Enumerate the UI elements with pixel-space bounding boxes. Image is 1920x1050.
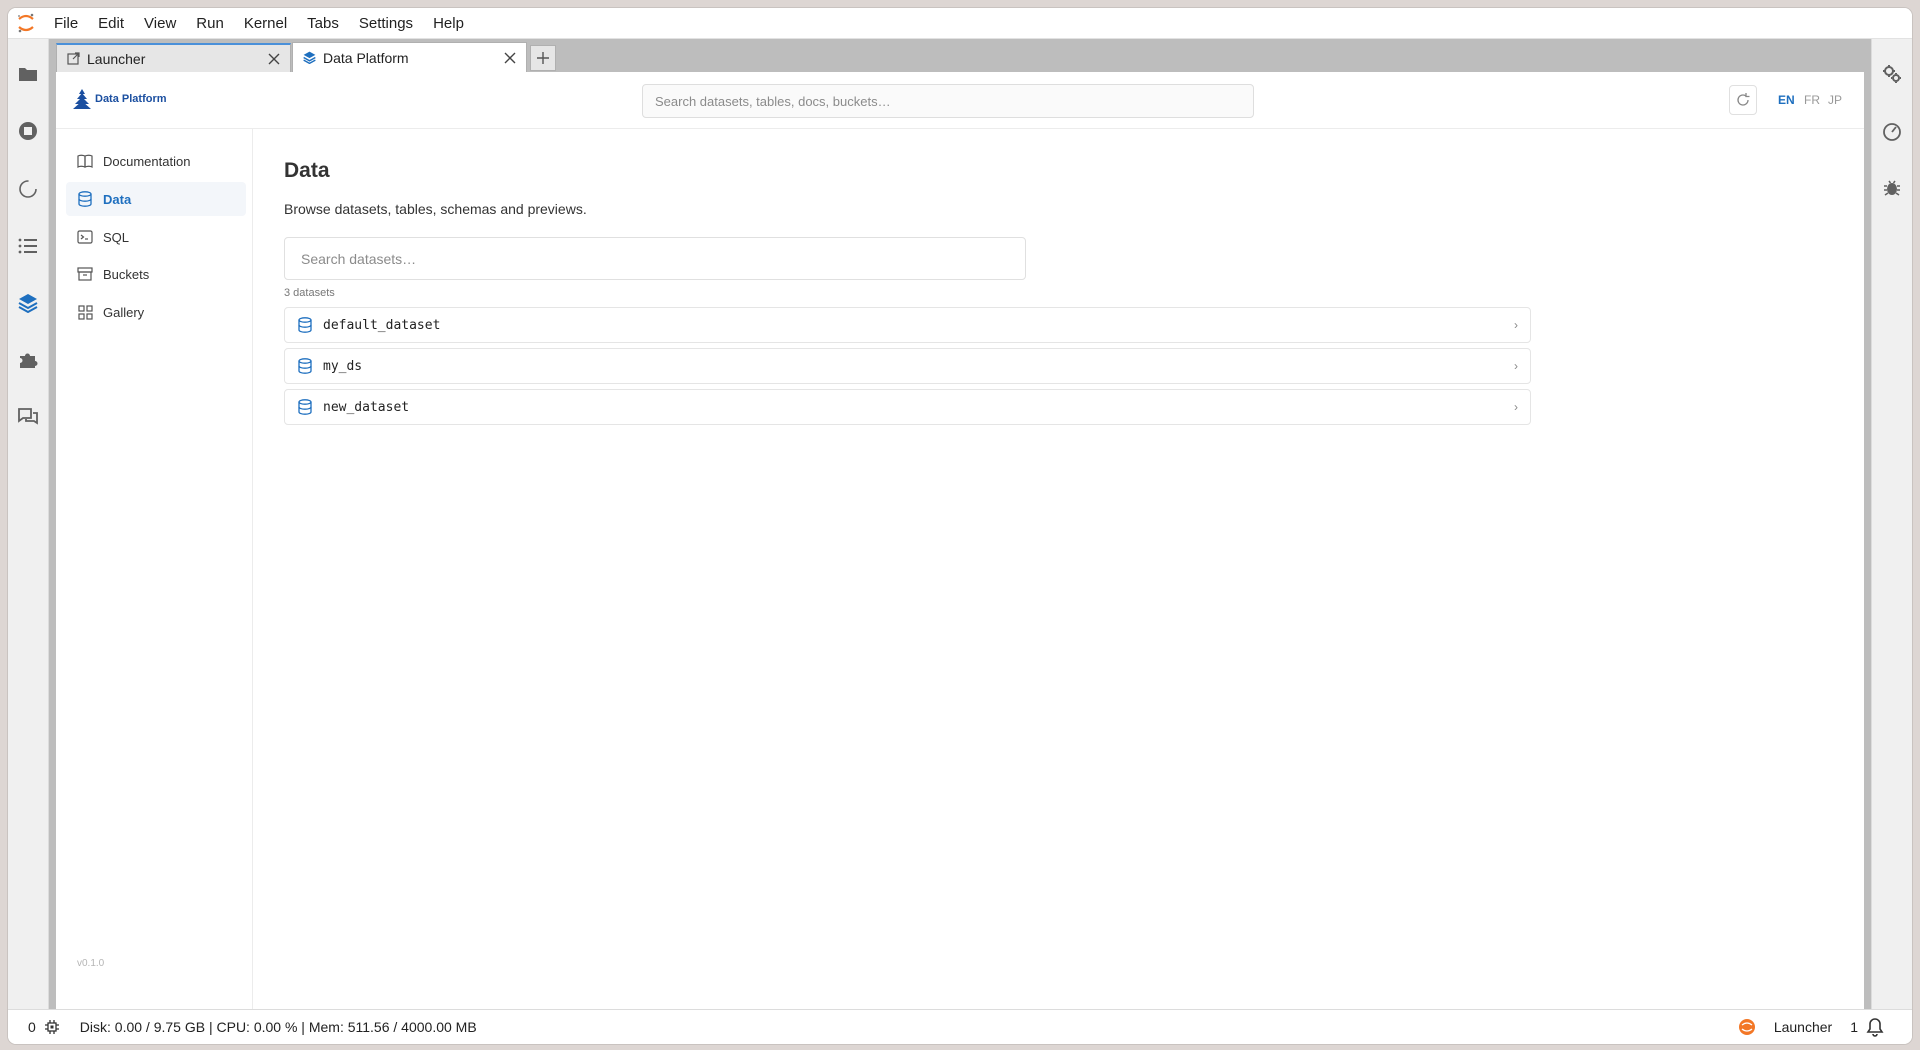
- right-activity-bar: [1871, 39, 1912, 1009]
- page-title: Data: [284, 159, 330, 182]
- spinner-icon[interactable]: [16, 177, 40, 201]
- status-right: Launcher 1: [1738, 1017, 1884, 1037]
- database-icon: [297, 358, 313, 374]
- lang-jp[interactable]: JP: [1828, 93, 1842, 107]
- cpu-chip-icon: [44, 1019, 60, 1035]
- main-dock-area: Launcher Data Platform Data Platform Sea…: [49, 39, 1871, 1009]
- archive-icon: [77, 266, 93, 282]
- plus-icon: [537, 52, 549, 64]
- menu-run[interactable]: Run: [186, 8, 234, 39]
- resource-usage: Disk: 0.00 / 9.75 GB | CPU: 0.00 % | Mem…: [79, 1019, 477, 1035]
- brand-name: Data Platform: [95, 93, 167, 105]
- jupyterlab-window: File Edit View Run Kernel Tabs Settings …: [8, 8, 1912, 1044]
- dataset-name: my_ds: [323, 358, 363, 374]
- kernel-count[interactable]: 0: [28, 1019, 36, 1035]
- brand-logo[interactable]: Data Platform: [73, 88, 167, 110]
- data-page: Data Browse datasets, tables, schemas an…: [253, 129, 1864, 1009]
- dataset-name: default_dataset: [323, 317, 441, 333]
- notification-count[interactable]: 1: [1850, 1019, 1858, 1035]
- tab-bar: Launcher Data Platform: [49, 39, 1871, 72]
- chevron-right-icon: ›: [1514, 400, 1518, 414]
- chat-icon[interactable]: [16, 405, 40, 429]
- dataset-row[interactable]: default_dataset ›: [284, 307, 1531, 343]
- left-activity-bar: [8, 39, 49, 1009]
- property-inspector-gears-icon[interactable]: [1880, 62, 1904, 86]
- nav-label: Gallery: [103, 304, 145, 320]
- nav-item-documentation[interactable]: Documentation: [66, 144, 246, 178]
- chevron-right-icon: ›: [1514, 318, 1518, 332]
- nav-item-buckets[interactable]: Buckets: [66, 257, 246, 291]
- page-description: Browse datasets, tables, schemas and pre…: [284, 201, 587, 217]
- lang-fr[interactable]: FR: [1804, 93, 1820, 107]
- dataset-count: 3 datasets: [284, 287, 335, 299]
- nav-label: Buckets: [103, 266, 150, 282]
- debugger-bug-icon[interactable]: [1880, 176, 1904, 200]
- app-header: Data Platform EN FR JP: [56, 72, 1864, 129]
- resource-gauge-icon[interactable]: [1880, 119, 1904, 143]
- dataset-row[interactable]: my_ds ›: [284, 348, 1531, 384]
- menu-view[interactable]: View: [134, 8, 186, 39]
- lang-en[interactable]: EN: [1778, 93, 1795, 107]
- data-platform-logo-icon: [73, 89, 91, 109]
- table-of-contents-icon[interactable]: [16, 234, 40, 258]
- nav-label: Data: [103, 191, 132, 207]
- database-icon: [297, 399, 313, 415]
- dataset-name: new_dataset: [323, 399, 410, 415]
- menu-settings[interactable]: Settings: [349, 8, 423, 39]
- version-label: v0.1.0: [77, 958, 105, 969]
- folder-icon[interactable]: [16, 62, 40, 86]
- data-platform-layers-icon[interactable]: [16, 291, 40, 315]
- jupyter-status-icon[interactable]: [1738, 1018, 1756, 1036]
- status-left: 0 Disk: 0.00 / 9.75 GB | CPU: 0.00 % | M…: [28, 1019, 477, 1035]
- nav-label: Documentation: [103, 153, 191, 169]
- global-search-input[interactable]: [642, 84, 1254, 118]
- close-icon[interactable]: [502, 50, 518, 66]
- nav-item-sql[interactable]: SQL: [66, 220, 246, 254]
- launcher-icon: [65, 51, 81, 67]
- dataset-list: default_dataset › my_ds › new_dataset ›: [284, 307, 1531, 430]
- menu-kernel[interactable]: Kernel: [234, 8, 297, 39]
- status-bar: 0 Disk: 0.00 / 9.75 GB | CPU: 0.00 % | M…: [8, 1009, 1912, 1044]
- menu-bar: File Edit View Run Kernel Tabs Settings …: [8, 8, 1912, 39]
- nav-item-gallery[interactable]: Gallery: [66, 295, 246, 329]
- tab-launcher-label: Launcher: [87, 50, 146, 67]
- nav-label: SQL: [103, 229, 130, 245]
- terminal-icon: [77, 229, 93, 245]
- layers-icon: [301, 50, 317, 66]
- menu-edit[interactable]: Edit: [88, 8, 134, 39]
- side-nav: Documentation Data SQL Buckets Gallery v…: [56, 129, 253, 1009]
- grid-icon: [77, 304, 93, 320]
- tab-data-platform[interactable]: Data Platform: [292, 42, 527, 72]
- data-platform-panel: Data Platform EN FR JP Documentation: [56, 72, 1864, 1009]
- extension-puzzle-icon[interactable]: [16, 348, 40, 372]
- refresh-icon: [1737, 93, 1750, 106]
- tab-data-platform-label: Data Platform: [323, 49, 409, 66]
- nav-item-data[interactable]: Data: [66, 182, 246, 216]
- tab-launcher[interactable]: Launcher: [56, 43, 291, 72]
- dataset-search-input[interactable]: [284, 237, 1026, 280]
- database-icon: [77, 191, 93, 207]
- active-tab-label: Launcher: [1773, 1019, 1833, 1035]
- menu-tabs[interactable]: Tabs: [297, 8, 349, 39]
- jupyter-logo-icon: [8, 8, 44, 39]
- menu-file[interactable]: File: [44, 8, 88, 39]
- database-icon: [297, 317, 313, 333]
- dataset-row[interactable]: new_dataset ›: [284, 389, 1531, 425]
- chevron-right-icon: ›: [1514, 359, 1518, 373]
- book-icon: [77, 153, 93, 169]
- menu-help[interactable]: Help: [423, 8, 474, 39]
- close-icon[interactable]: [266, 51, 282, 67]
- running-kernels-icon[interactable]: [16, 119, 40, 143]
- refresh-button[interactable]: [1729, 85, 1757, 115]
- bell-icon[interactable]: [1866, 1017, 1884, 1037]
- new-tab-button[interactable]: [530, 45, 556, 71]
